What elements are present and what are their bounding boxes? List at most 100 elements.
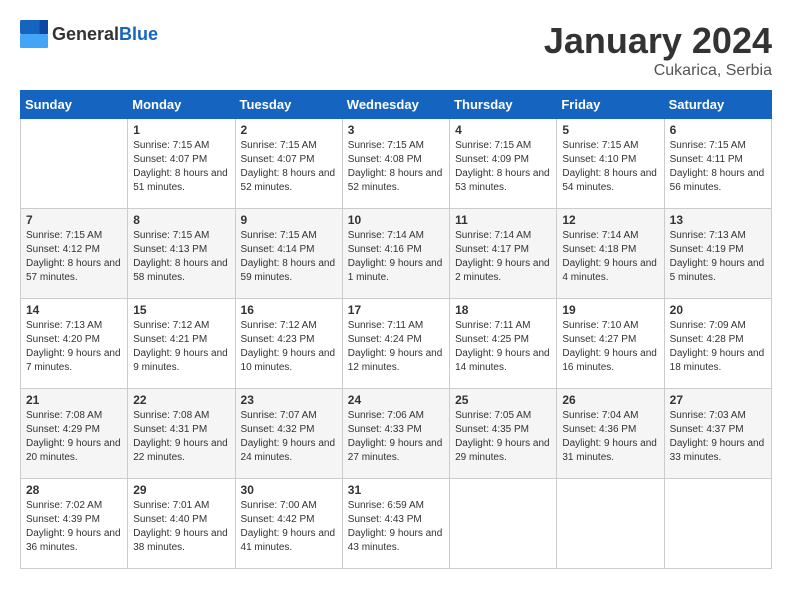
logo: GeneralBlue [20, 20, 158, 48]
day-number: 25 [455, 393, 551, 407]
day-number: 18 [455, 303, 551, 317]
day-number: 4 [455, 123, 551, 137]
day-info: Sunrise: 7:15 AMSunset: 4:07 PMDaylight:… [241, 139, 337, 195]
day-info: Sunrise: 7:06 AMSunset: 4:33 PMDaylight:… [348, 409, 444, 465]
calendar-cell [21, 119, 128, 209]
day-number: 13 [670, 213, 766, 227]
day-info: Sunrise: 7:07 AMSunset: 4:32 PMDaylight:… [241, 409, 337, 465]
day-number: 29 [133, 483, 229, 497]
calendar-cell: 1 Sunrise: 7:15 AMSunset: 4:07 PMDaylight… [128, 119, 235, 209]
calendar-cell: 3 Sunrise: 7:15 AMSunset: 4:08 PMDaylight… [342, 119, 449, 209]
day-info: Sunrise: 7:10 AMSunset: 4:27 PMDaylight:… [562, 319, 658, 375]
calendar-cell: 28 Sunrise: 7:02 AMSunset: 4:39 PMDayligh… [21, 479, 128, 569]
day-number: 20 [670, 303, 766, 317]
calendar-cell [557, 479, 664, 569]
title-section: January 2024 Cukarica, Serbia [544, 20, 772, 80]
day-number: 21 [26, 393, 122, 407]
weekday-header-saturday: Saturday [664, 91, 771, 119]
location-title: Cukarica, Serbia [544, 62, 772, 80]
calendar-cell: 21Sunrise: 7:08 AMSunset: 4:29 PMDayligh… [21, 389, 128, 479]
calendar-cell: 4 Sunrise: 7:15 AMSunset: 4:09 PMDaylight… [450, 119, 557, 209]
day-number: 16 [241, 303, 337, 317]
day-number: 10 [348, 213, 444, 227]
calendar-cell: 8 Sunrise: 7:15 AMSunset: 4:13 PMDaylight… [128, 209, 235, 299]
day-number: 22 [133, 393, 229, 407]
day-info: Sunrise: 7:13 AMSunset: 4:19 PMDaylight:… [670, 229, 766, 285]
day-number: 17 [348, 303, 444, 317]
calendar-cell: 22Sunrise: 7:08 AMSunset: 4:31 PMDayligh… [128, 389, 235, 479]
logo-general: General [52, 24, 119, 44]
calendar-cell: 2 Sunrise: 7:15 AMSunset: 4:07 PMDaylight… [235, 119, 342, 209]
weekday-header-wednesday: Wednesday [342, 91, 449, 119]
day-info: Sunrise: 7:05 AMSunset: 4:35 PMDaylight:… [455, 409, 551, 465]
calendar-cell: 9 Sunrise: 7:15 AMSunset: 4:14 PMDaylight… [235, 209, 342, 299]
day-info: Sunrise: 7:14 AMSunset: 4:18 PMDaylight:… [562, 229, 658, 285]
logo-icon [20, 20, 48, 48]
day-info: Sunrise: 7:02 AMSunset: 4:39 PMDaylight:… [26, 499, 122, 555]
calendar-cell: 25 Sunrise: 7:05 AMSunset: 4:35 PMDayligh… [450, 389, 557, 479]
day-info: Sunrise: 6:59 AMSunset: 4:43 PMDaylight:… [348, 499, 444, 555]
calendar-cell: 14 Sunrise: 7:13 AMSunset: 4:20 PMDayligh… [21, 299, 128, 389]
day-number: 28 [26, 483, 122, 497]
day-info: Sunrise: 7:11 AMSunset: 4:24 PMDaylight:… [348, 319, 444, 375]
day-info: Sunrise: 7:11 AMSunset: 4:25 PMDaylight:… [455, 319, 551, 375]
calendar-cell: 19 Sunrise: 7:10 AMSunset: 4:27 PMDayligh… [557, 299, 664, 389]
calendar-cell: 24Sunrise: 7:06 AMSunset: 4:33 PMDayligh… [342, 389, 449, 479]
day-info: Sunrise: 7:15 AMSunset: 4:10 PMDaylight:… [562, 139, 658, 195]
weekday-header-row: SundayMondayTuesdayWednesdayThursdayFrid… [21, 91, 772, 119]
calendar-cell: 31 Sunrise: 6:59 AMSunset: 4:43 PMDayligh… [342, 479, 449, 569]
calendar-week-row: 28 Sunrise: 7:02 AMSunset: 4:39 PMDayligh… [21, 479, 772, 569]
day-info: Sunrise: 7:13 AMSunset: 4:20 PMDaylight:… [26, 319, 122, 375]
day-info: Sunrise: 7:03 AMSunset: 4:37 PMDaylight:… [670, 409, 766, 465]
day-number: 12 [562, 213, 658, 227]
day-number: 8 [133, 213, 229, 227]
day-number: 6 [670, 123, 766, 137]
calendar-cell: 15Sunrise: 7:12 AMSunset: 4:21 PMDayligh… [128, 299, 235, 389]
day-info: Sunrise: 7:01 AMSunset: 4:40 PMDaylight:… [133, 499, 229, 555]
day-info: Sunrise: 7:15 AMSunset: 4:08 PMDaylight:… [348, 139, 444, 195]
calendar-week-row: 1 Sunrise: 7:15 AMSunset: 4:07 PMDaylight… [21, 119, 772, 209]
calendar-cell [664, 479, 771, 569]
day-number: 7 [26, 213, 122, 227]
calendar-cell: 11 Sunrise: 7:14 AMSunset: 4:17 PMDayligh… [450, 209, 557, 299]
calendar-cell: 17 Sunrise: 7:11 AMSunset: 4:24 PMDayligh… [342, 299, 449, 389]
calendar-week-row: 14 Sunrise: 7:13 AMSunset: 4:20 PMDayligh… [21, 299, 772, 389]
day-info: Sunrise: 7:00 AMSunset: 4:42 PMDaylight:… [241, 499, 337, 555]
day-info: Sunrise: 7:15 AMSunset: 4:07 PMDaylight:… [133, 139, 229, 195]
day-number: 2 [241, 123, 337, 137]
day-info: Sunrise: 7:04 AMSunset: 4:36 PMDaylight:… [562, 409, 658, 465]
day-number: 27 [670, 393, 766, 407]
calendar-cell: 27 Sunrise: 7:03 AMSunset: 4:37 PMDayligh… [664, 389, 771, 479]
calendar-cell [450, 479, 557, 569]
day-number: 19 [562, 303, 658, 317]
day-number: 11 [455, 213, 551, 227]
calendar-cell: 20Sunrise: 7:09 AMSunset: 4:28 PMDayligh… [664, 299, 771, 389]
month-title: January 2024 [544, 20, 772, 62]
day-number: 14 [26, 303, 122, 317]
calendar-cell: 10Sunrise: 7:14 AMSunset: 4:16 PMDayligh… [342, 209, 449, 299]
day-number: 23 [241, 393, 337, 407]
day-number: 3 [348, 123, 444, 137]
day-info: Sunrise: 7:15 AMSunset: 4:14 PMDaylight:… [241, 229, 337, 285]
calendar-cell: 26Sunrise: 7:04 AMSunset: 4:36 PMDayligh… [557, 389, 664, 479]
weekday-header-sunday: Sunday [21, 91, 128, 119]
day-number: 5 [562, 123, 658, 137]
day-info: Sunrise: 7:12 AMSunset: 4:23 PMDaylight:… [241, 319, 337, 375]
day-info: Sunrise: 7:15 AMSunset: 4:09 PMDaylight:… [455, 139, 551, 195]
day-info: Sunrise: 7:15 AMSunset: 4:13 PMDaylight:… [133, 229, 229, 285]
calendar-cell: 16 Sunrise: 7:12 AMSunset: 4:23 PMDayligh… [235, 299, 342, 389]
day-info: Sunrise: 7:14 AMSunset: 4:17 PMDaylight:… [455, 229, 551, 285]
day-number: 30 [241, 483, 337, 497]
weekday-header-thursday: Thursday [450, 91, 557, 119]
calendar-table: SundayMondayTuesdayWednesdayThursdayFrid… [20, 90, 772, 569]
calendar-cell: 18 Sunrise: 7:11 AMSunset: 4:25 PMDayligh… [450, 299, 557, 389]
calendar-cell: 5 Sunrise: 7:15 AMSunset: 4:10 PMDaylight… [557, 119, 664, 209]
day-info: Sunrise: 7:15 AMSunset: 4:11 PMDaylight:… [670, 139, 766, 195]
day-number: 9 [241, 213, 337, 227]
calendar-week-row: 7Sunrise: 7:15 AMSunset: 4:12 PMDaylight… [21, 209, 772, 299]
day-number: 15 [133, 303, 229, 317]
day-number: 1 [133, 123, 229, 137]
calendar-cell: 6 Sunrise: 7:15 AMSunset: 4:11 PMDaylight… [664, 119, 771, 209]
weekday-header-friday: Friday [557, 91, 664, 119]
day-number: 31 [348, 483, 444, 497]
